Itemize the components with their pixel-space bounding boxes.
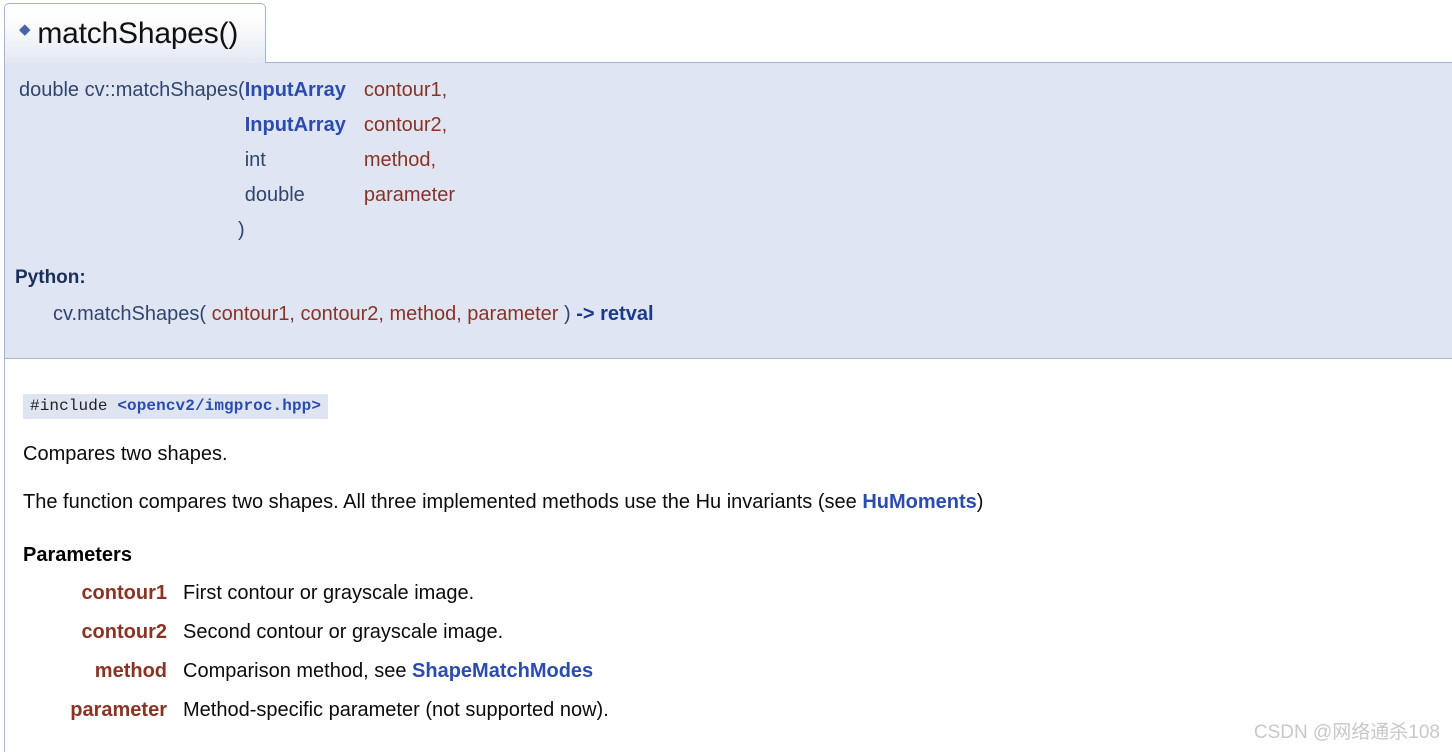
parameter-name: parameter [70, 699, 167, 722]
signature-close-paren: ) [238, 219, 245, 241]
detail-text-after: ) [976, 490, 984, 513]
param-type-link[interactable]: InputArray [245, 79, 346, 101]
parameter-name: contour2 [81, 621, 167, 644]
permalink-diamond-icon[interactable]: ◆ [19, 22, 31, 37]
detailed-description: The function compares two shapes. All th… [23, 491, 1452, 515]
signature-close-row: ) [19, 216, 455, 251]
python-call-suffix: ) [564, 303, 571, 325]
param-type: double [244, 184, 305, 206]
parameter-description: Comparison method, see ShapeMatchModes [183, 661, 609, 700]
member-title-bar: ◆ matchShapes() [0, 0, 1452, 63]
signature-spacer [245, 216, 364, 251]
python-call-prefix: cv.matchShapes( [53, 303, 207, 325]
csdn-watermark: CSDN @网络通杀108 [1253, 722, 1440, 743]
signature-return-and-name: double cv::matchShapes [19, 79, 239, 101]
signature-spacer-paren [238, 181, 245, 216]
param-type-link[interactable]: InputArray [245, 114, 346, 136]
python-signature: cv.matchShapes( contour1, contour2, meth… [53, 303, 1452, 326]
parameter-name: method [94, 660, 167, 683]
humoments-link[interactable]: HuMoments [862, 491, 976, 513]
detail-text-before: The function compares two shapes. All th… [23, 490, 863, 513]
python-args: contour1, contour2, method, parameter [206, 303, 565, 325]
param-name: parameter [363, 184, 455, 206]
parameter-description: First contour or grayscale image. [183, 582, 475, 605]
include-directive: #include <opencv2/imgproc.hpp> [23, 394, 329, 419]
shapematchmodes-link[interactable]: ShapeMatchModes [412, 660, 593, 682]
param-type: int [244, 149, 266, 171]
signature-spacer [19, 111, 238, 146]
param-name: contour1, [363, 79, 448, 101]
signature-row: double parameter [19, 181, 455, 216]
signature-row: InputArray contour2, [19, 111, 455, 146]
signature-row: double cv::matchShapes ( InputArray cont… [19, 76, 455, 111]
function-prototype-box: double cv::matchShapes ( InputArray cont… [4, 63, 1452, 359]
table-row: parameter Method-specific parameter (not… [23, 699, 609, 739]
signature-table: double cv::matchShapes ( InputArray cont… [19, 76, 455, 251]
include-header-path[interactable]: <opencv2/imgproc.hpp> [117, 397, 321, 415]
table-row: contour2 Second contour or grayscale ima… [23, 622, 609, 661]
python-return: -> retval [570, 303, 654, 325]
page-title: matchShapes() [37, 16, 239, 50]
param-type: InputArray [245, 76, 364, 111]
include-keyword: #include [30, 397, 118, 415]
parameter-description: Second contour or grayscale image. [183, 621, 504, 644]
python-label: Python: [15, 267, 86, 288]
brief-description: Compares two shapes. [23, 443, 228, 465]
parameter-name: contour1 [81, 582, 167, 605]
param-name: method, [363, 149, 437, 171]
signature-spacer-paren [238, 146, 245, 181]
member-title-tab[interactable]: ◆ matchShapes() [4, 3, 266, 63]
parameters-table: contour1 First contour or grayscale imag… [23, 583, 609, 739]
member-documentation: #include <opencv2/imgproc.hpp> Compares … [5, 360, 1452, 752]
signature-open-paren: ( [238, 79, 245, 101]
parameters-heading: Parameters [23, 544, 132, 567]
signature-spacer [19, 216, 238, 251]
signature-spacer [19, 181, 238, 216]
table-row: contour1 First contour or grayscale imag… [23, 583, 609, 622]
parameter-description: Method-specific parameter (not supported… [183, 699, 609, 722]
parameter-description-text: Comparison method, see [183, 660, 413, 683]
table-row: method Comparison method, see ShapeMatch… [23, 661, 609, 700]
signature-spacer-paren [238, 111, 245, 146]
param-type: InputArray [245, 111, 364, 146]
signature-row: int method, [19, 146, 455, 181]
signature-spacer [19, 146, 238, 181]
signature-spacer [364, 216, 455, 251]
param-name: contour2, [363, 114, 448, 136]
